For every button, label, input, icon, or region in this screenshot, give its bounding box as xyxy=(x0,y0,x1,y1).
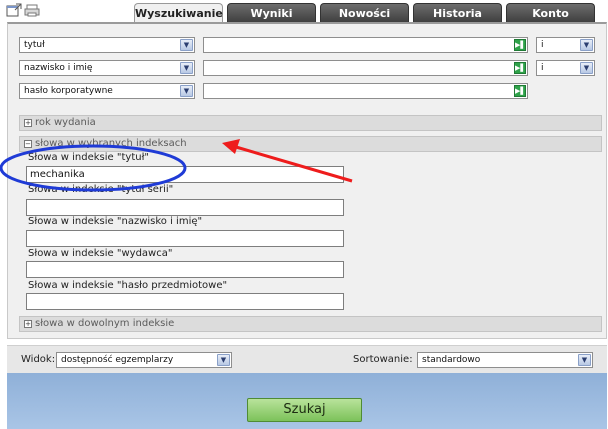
section-rok-wydania[interactable]: + rok wydania xyxy=(19,115,602,131)
chevron-down-icon[interactable]: ▼ xyxy=(578,354,591,366)
new-window-icon[interactable] xyxy=(6,3,22,21)
top-bar: Wyszukiwanie Wyniki Nowości Historia Kon… xyxy=(0,0,608,22)
view-select-value: dostępność egzemplarzy xyxy=(61,355,174,365)
index-input-tytul-serii[interactable] xyxy=(26,199,344,216)
green-clear-icon[interactable]: ▶▌ xyxy=(514,39,526,51)
chevron-down-icon[interactable]: ▼ xyxy=(580,62,593,74)
section-dowolny-indeks-label: słowa w dowolnym indeksie xyxy=(35,318,175,329)
section-dowolny-indeks[interactable]: + słowa w dowolnym indeksie xyxy=(19,316,602,332)
index-label-wydawca: Słowa w indeksie "wydawca" xyxy=(28,248,173,259)
printer-icon[interactable] xyxy=(24,3,40,21)
index-input-wydawca[interactable] xyxy=(26,261,344,278)
sort-select[interactable]: standardowo ▼ xyxy=(417,352,593,368)
index-label-nazwisko: Słowa w indeksie "nazwisko i imię" xyxy=(28,216,203,227)
tab-wyszukiwanie[interactable]: Wyszukiwanie xyxy=(134,3,223,22)
tab-historia[interactable]: Historia xyxy=(413,3,502,22)
operator-select-2-value: i xyxy=(541,63,544,73)
chevron-down-icon[interactable]: ▼ xyxy=(180,39,193,51)
field-select-1[interactable]: tytuł ▼ xyxy=(19,37,195,53)
green-clear-icon[interactable]: ▶▌ xyxy=(514,62,526,74)
view-label: Widok: xyxy=(21,354,56,365)
search-input-3[interactable]: ▶▌ xyxy=(203,83,528,99)
field-select-1-value: tytuł xyxy=(24,40,45,50)
view-select[interactable]: dostępność egzemplarzy ▼ xyxy=(56,352,232,368)
section-rok-wydania-label: rok wydania xyxy=(35,117,96,128)
section-wybrane-indeksy[interactable]: − słowa w wybranych indeksach xyxy=(19,136,602,152)
field-select-2[interactable]: nazwisko i imię ▼ xyxy=(19,60,195,76)
chevron-down-icon[interactable]: ▼ xyxy=(217,354,230,366)
footer: Szukaj xyxy=(7,373,607,429)
search-input-2[interactable]: ▶▌ xyxy=(203,60,528,76)
field-select-2-value: nazwisko i imię xyxy=(24,63,93,73)
chevron-down-icon[interactable]: ▼ xyxy=(580,39,593,51)
chevron-down-icon[interactable]: ▼ xyxy=(180,85,193,97)
index-label-tytul: Słowa w indeksie "tytuł" xyxy=(28,152,150,163)
plus-box-icon[interactable]: + xyxy=(24,119,32,127)
main-tabs: Wyszukiwanie Wyniki Nowości Historia Kon… xyxy=(134,3,599,22)
operator-select-1[interactable]: i ▼ xyxy=(536,37,595,53)
green-clear-icon[interactable]: ▶▌ xyxy=(514,85,526,97)
operator-select-1-value: i xyxy=(541,40,544,50)
index-label-haslo-przedmiotowe: Słowa w indeksie "hasło przedmiotowe" xyxy=(28,280,228,291)
operator-select-2[interactable]: i ▼ xyxy=(536,60,595,76)
tab-nowosci[interactable]: Nowości xyxy=(320,3,409,22)
sort-select-value: standardowo xyxy=(422,355,481,365)
index-input-haslo-przedmiotowe[interactable] xyxy=(26,293,344,310)
field-select-3[interactable]: hasło korporatywne ▼ xyxy=(19,83,195,99)
plus-box-icon[interactable]: + xyxy=(24,320,32,328)
index-input-tytul[interactable]: mechanika xyxy=(26,166,344,183)
search-button[interactable]: Szukaj xyxy=(247,398,362,422)
tab-konto[interactable]: Konto xyxy=(506,3,595,22)
search-input-1[interactable]: ▶▌ xyxy=(203,37,528,53)
search-panel: tytuł ▼ ▶▌ i ▼ nazwisko i imię ▼ ▶▌ i ▼ … xyxy=(7,22,607,339)
chevron-down-icon[interactable]: ▼ xyxy=(180,62,193,74)
sort-label: Sortowanie: xyxy=(353,354,413,365)
view-sort-bar: Widok: dostępność egzemplarzy ▼ Sortowan… xyxy=(7,345,607,373)
index-label-tytul-serii: Słowa w indeksie "tytuł serii" xyxy=(28,184,174,195)
section-wybrane-indeksy-label: słowa w wybranych indeksach xyxy=(35,138,187,149)
minus-box-icon[interactable]: − xyxy=(24,140,32,148)
tab-wyniki[interactable]: Wyniki xyxy=(227,3,316,22)
index-input-nazwisko[interactable] xyxy=(26,230,344,247)
field-select-3-value: hasło korporatywne xyxy=(24,86,113,96)
